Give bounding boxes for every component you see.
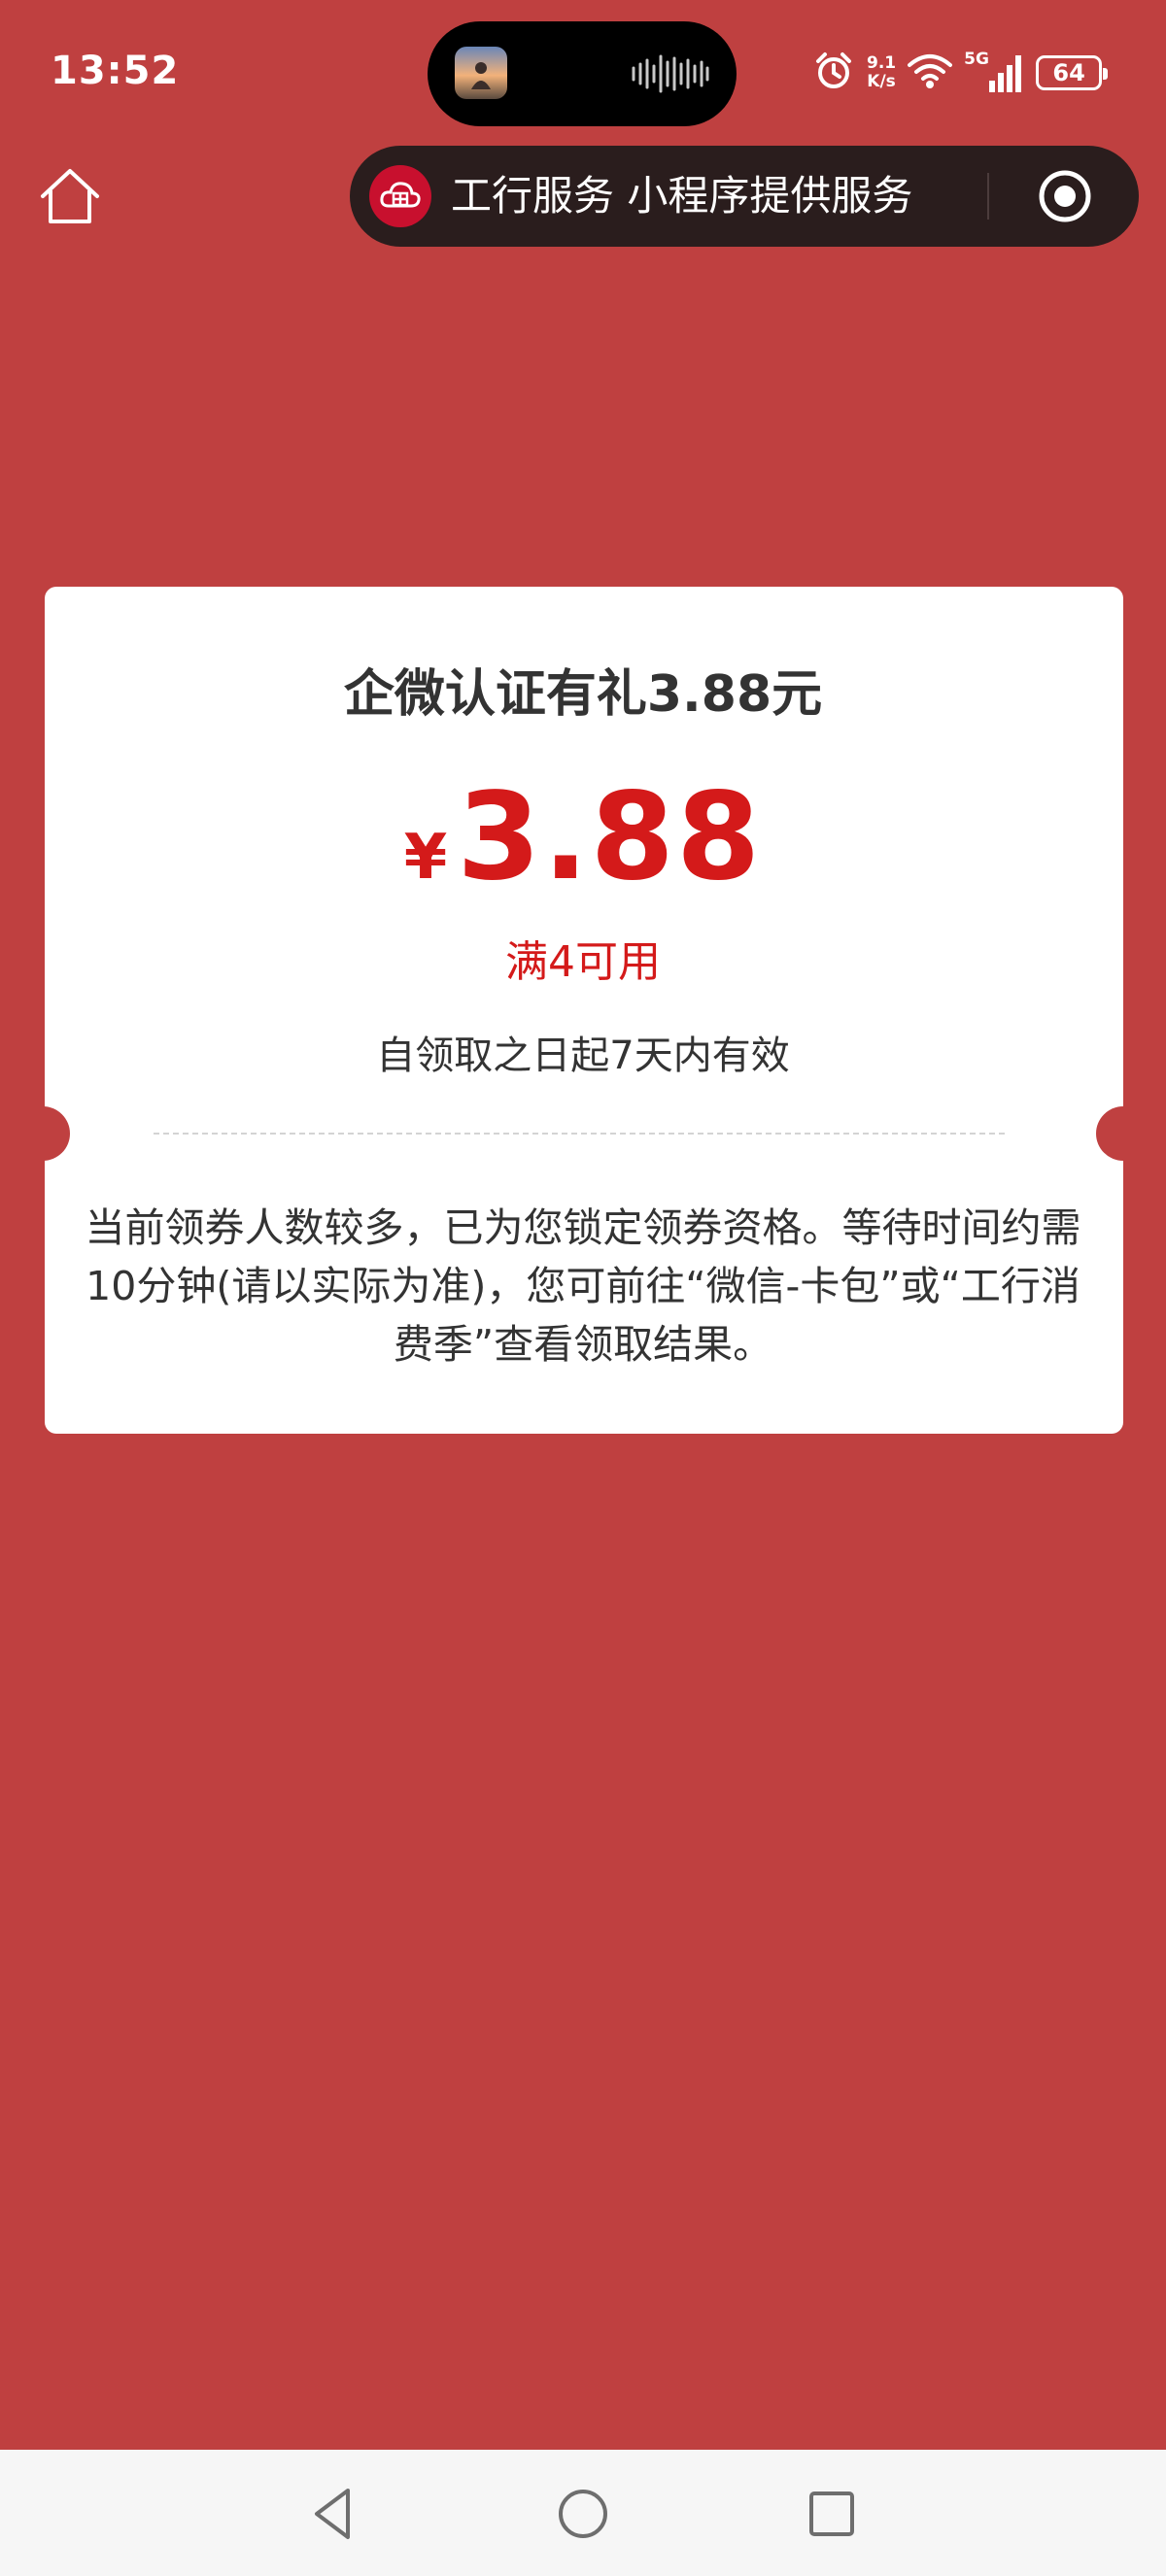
status-bar: 13:52 9.1 K/s 5G 64: [0, 0, 1166, 146]
system-nav-bar: [0, 2450, 1166, 2576]
icbc-cloud-logo: [369, 165, 431, 227]
capsule-divider: [987, 173, 989, 220]
alarm-icon: [812, 50, 855, 96]
status-time: 13:52: [51, 49, 180, 93]
coupon-condition: 满4可用: [505, 937, 661, 987]
ticket-divider: [154, 1133, 1005, 1135]
home-button[interactable]: [37, 165, 103, 227]
recents-button[interactable]: [803, 2485, 861, 2543]
target-icon[interactable]: [1036, 167, 1094, 225]
status-icons: 9.1 K/s 5G 64: [812, 47, 1109, 99]
coupon-amount: 3.88: [457, 767, 763, 907]
coupon-title: 企微认证有礼3.88元: [343, 665, 823, 724]
home-icon: [41, 169, 99, 223]
coupon-validity: 自领取之日起7天内有效: [376, 1034, 790, 1078]
ticket-notch-right: [1096, 1106, 1166, 1161]
battery-icon: 64: [1036, 55, 1109, 90]
ticket-notch-left: [0, 1106, 70, 1161]
wifi-icon: [908, 51, 953, 94]
back-triangle-icon: [315, 2489, 350, 2539]
miniprogram-capsule[interactable]: 工行服务 小程序提供服务: [350, 146, 1139, 247]
system-home-button[interactable]: [554, 2485, 612, 2543]
net-speed-unit: K/s: [867, 72, 896, 91]
net-speed: 9.1 K/s: [867, 54, 896, 91]
recents-square-icon: [809, 2491, 854, 2536]
coupon-amount-row: ¥3.88: [0, 767, 1166, 907]
home-circle-icon: [559, 2490, 607, 2538]
battery-level: 64: [1052, 59, 1085, 86]
coupon-notice: 当前领券人数较多，已为您锁定领券资格。等待时间约需10分钟(请以实际为准)，您可…: [85, 1204, 1081, 1368]
back-button[interactable]: [305, 2485, 363, 2543]
signal-icon: 5G: [964, 50, 1024, 94]
audio-wave-icon: [630, 51, 709, 97]
media-thumbnail: [455, 47, 507, 99]
dynamic-island[interactable]: [428, 21, 737, 126]
net-speed-value: 9.1: [867, 53, 897, 73]
capsule-title: 工行服务 小程序提供服务: [451, 172, 913, 220]
currency-symbol: ¥: [403, 822, 448, 894]
